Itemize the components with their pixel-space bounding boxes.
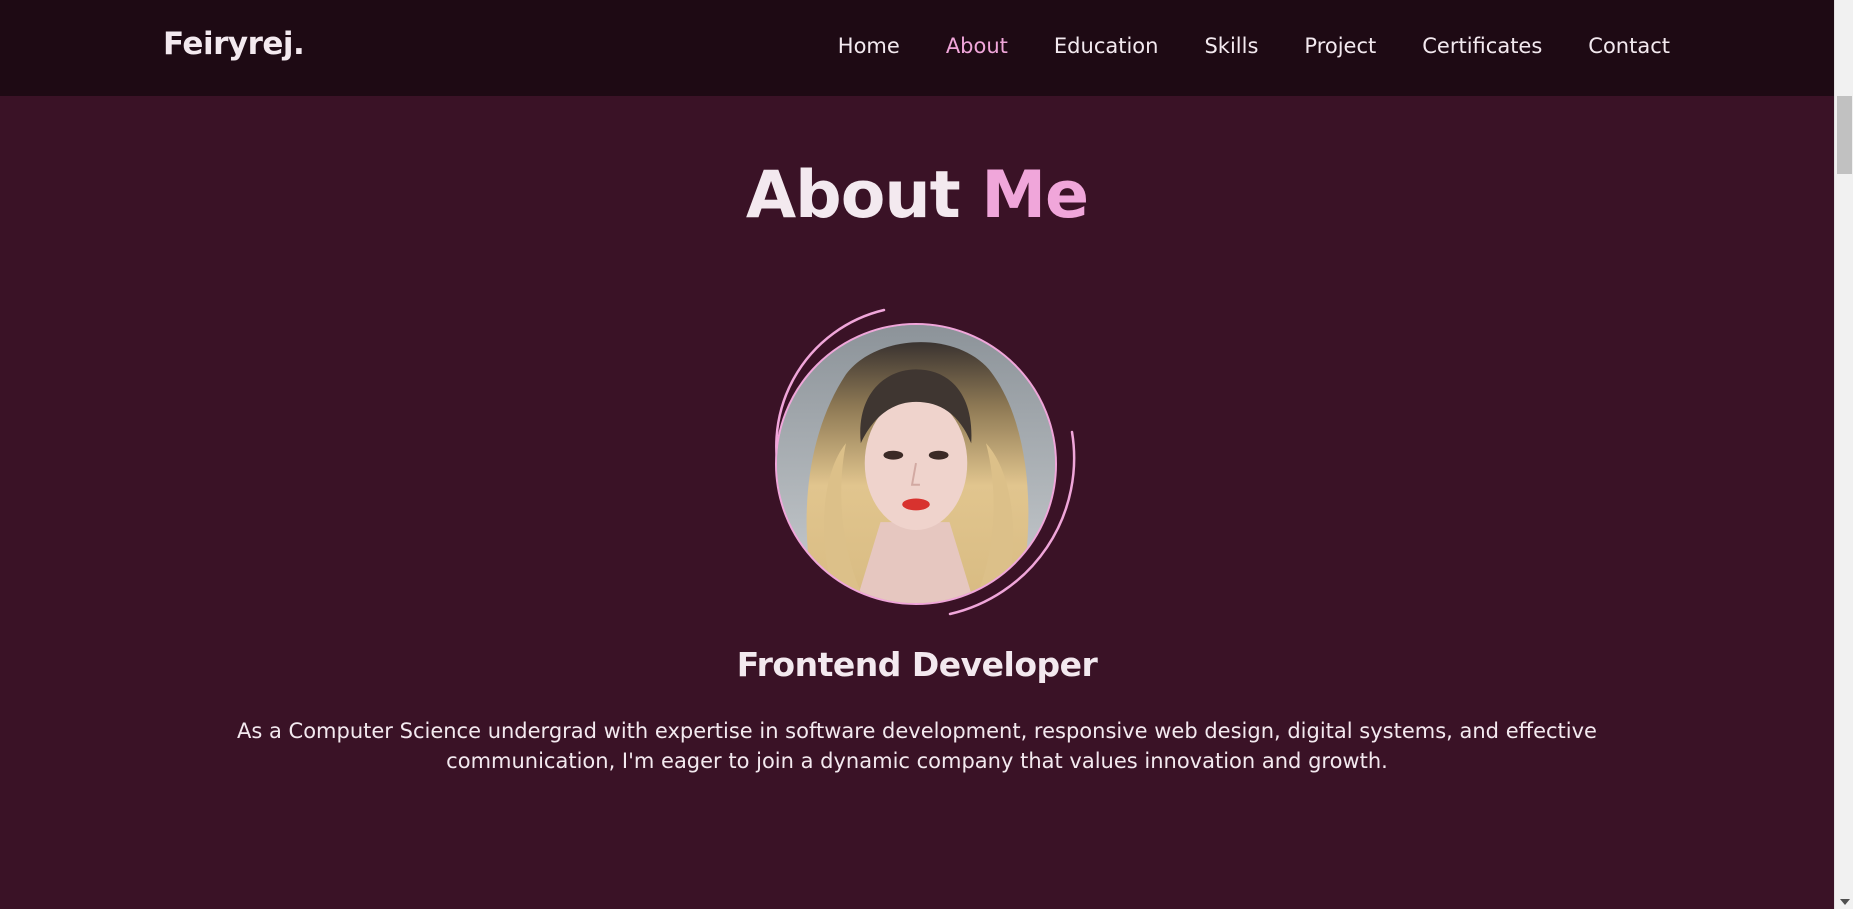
page: Feiryrej. Home About Education Skills Pr… [0, 0, 1853, 909]
about-description: As a Computer Science undergrad with exp… [237, 719, 1597, 773]
nav-home[interactable]: Home [838, 34, 900, 58]
portrait-illustration [777, 325, 1055, 603]
nav-project[interactable]: Project [1304, 34, 1376, 58]
page-scrollbar[interactable] [1834, 0, 1853, 909]
nav-about[interactable]: About [946, 34, 1008, 58]
section-title-main: About [745, 158, 961, 233]
scrollbar-thumb[interactable] [1837, 96, 1852, 174]
section-title-accent: Me [981, 158, 1089, 233]
nav-certificates[interactable]: Certificates [1422, 34, 1542, 58]
nav-skills[interactable]: Skills [1204, 34, 1258, 58]
site-logo[interactable]: Feiryrej. [163, 26, 305, 62]
main-nav: Home About Education Skills Project Cert… [838, 34, 1670, 58]
nav-education[interactable]: Education [1054, 34, 1159, 58]
site-header: Feiryrej. Home About Education Skills Pr… [0, 0, 1834, 96]
section-title: About Me [0, 158, 1834, 233]
nav-contact[interactable]: Contact [1588, 34, 1670, 58]
profile-avatar-frame [754, 302, 1078, 626]
chevron-down-icon[interactable] [1840, 899, 1850, 905]
role-heading: Frontend Developer [736, 645, 1098, 684]
profile-photo [775, 323, 1057, 605]
